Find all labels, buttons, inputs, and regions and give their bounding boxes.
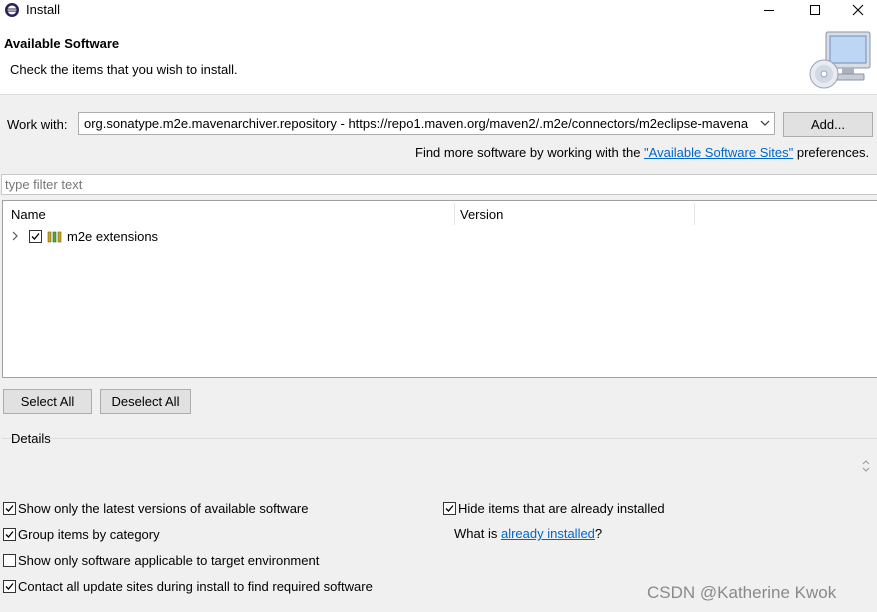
checkmark-icon	[5, 505, 14, 512]
filter-input[interactable]	[1, 174, 877, 195]
latest-versions-label: Show only the latest versions of availab…	[18, 501, 309, 516]
software-tree[interactable]: Name Version m2e extensions	[2, 200, 877, 378]
find-more-text: Find more software by working with the "…	[415, 145, 869, 160]
row-checkbox[interactable]	[29, 230, 42, 243]
hide-installed-option[interactable]: Hide items that are already installed	[443, 501, 665, 516]
work-with-combo[interactable]: org.sonatype.m2e.mavenarchiver.repositor…	[78, 112, 775, 135]
find-more-suffix: preferences.	[793, 145, 870, 160]
close-button[interactable]	[838, 0, 877, 20]
chevron-down-icon	[759, 117, 771, 129]
group-by-category-option[interactable]: Group items by category	[3, 527, 160, 542]
eclipse-icon	[4, 2, 20, 18]
what-is-installed-text: What is already installed?	[454, 526, 602, 541]
available-software-sites-link[interactable]: "Available Software Sites"	[644, 145, 793, 160]
work-with-label: Work with:	[7, 117, 68, 132]
already-installed-link[interactable]: already installed	[501, 526, 595, 541]
tree-item-label: m2e extensions	[67, 229, 159, 244]
checkmark-icon	[5, 531, 14, 538]
group-by-category-checkbox[interactable]	[3, 528, 16, 541]
details-area	[2, 438, 877, 493]
chevron-right-icon[interactable]	[9, 230, 21, 242]
column-header-version[interactable]: Version	[460, 207, 503, 222]
add-site-button[interactable]: Add...	[783, 112, 873, 137]
checkmark-icon	[31, 233, 40, 240]
install-cd-icon	[808, 30, 874, 90]
find-more-prefix: Find more software by working with the	[415, 145, 645, 160]
wizard-header: Available Software Check the items that …	[0, 20, 877, 95]
what-is-suffix: ?	[594, 526, 603, 541]
what-is-prefix: What is	[454, 526, 501, 541]
checkmark-icon	[5, 583, 14, 590]
category-icon	[47, 231, 63, 243]
checkmark-icon	[445, 505, 454, 512]
watermark: CSDN @Katherine Kwok	[647, 583, 837, 602]
hide-installed-checkbox[interactable]	[443, 502, 456, 515]
select-all-button[interactable]: Select All	[3, 389, 92, 414]
details-label: Details	[11, 431, 51, 446]
group-by-category-label: Group items by category	[18, 527, 160, 542]
applicable-only-checkbox[interactable]	[3, 554, 16, 567]
contact-all-option[interactable]: Contact all update sites during install …	[3, 579, 373, 594]
close-icon	[852, 4, 863, 16]
column-header-name[interactable]: Name	[11, 207, 46, 222]
contact-all-checkbox[interactable]	[3, 580, 16, 593]
scroll-arrows-icon[interactable]	[861, 458, 871, 474]
work-with-value: org.sonatype.m2e.mavenarchiver.repositor…	[84, 116, 749, 131]
minimize-icon	[764, 10, 774, 11]
maximize-button[interactable]	[792, 0, 838, 20]
page-title: Available Software	[4, 36, 120, 51]
deselect-all-button[interactable]: Deselect All	[100, 389, 191, 414]
maximize-icon	[810, 5, 820, 15]
page-description: Check the items that you wish to install…	[10, 62, 238, 77]
hide-installed-label: Hide items that are already installed	[458, 501, 665, 516]
minimize-button[interactable]	[746, 0, 792, 20]
title-bar: Install	[0, 0, 877, 20]
column-divider[interactable]	[454, 203, 455, 225]
window-title: Install	[26, 2, 60, 17]
latest-versions-option[interactable]: Show only the latest versions of availab…	[3, 501, 309, 516]
applicable-only-option[interactable]: Show only software applicable to target …	[3, 553, 319, 568]
contact-all-label: Contact all update sites during install …	[18, 579, 373, 594]
tree-row[interactable]: m2e extensions	[3, 228, 876, 246]
applicable-only-label: Show only software applicable to target …	[18, 553, 320, 568]
column-divider[interactable]	[694, 203, 695, 225]
latest-versions-checkbox[interactable]	[3, 502, 16, 515]
